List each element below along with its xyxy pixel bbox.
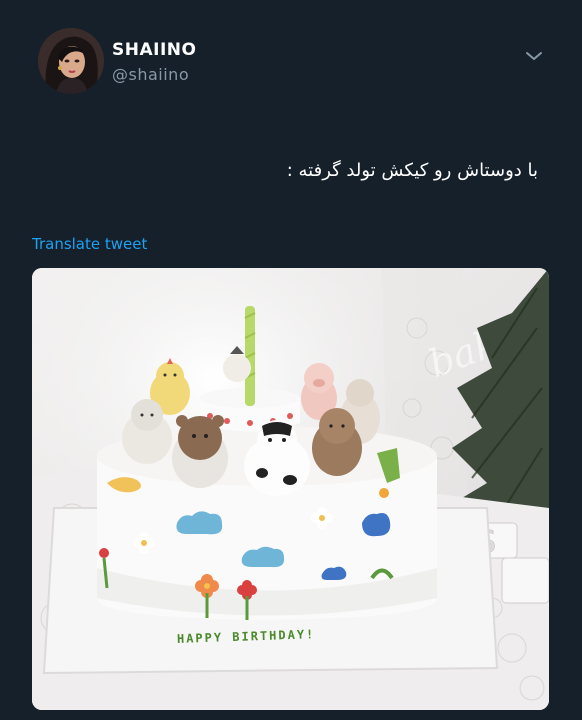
- chevron-down-icon[interactable]: [522, 44, 546, 68]
- cake-photo: bakery S: [32, 268, 549, 710]
- user-handle[interactable]: @shaiino: [112, 65, 189, 84]
- tweet-photo[interactable]: bakery S: [32, 268, 549, 710]
- display-name[interactable]: SHAIINO: [112, 40, 196, 60]
- avatar[interactable]: [38, 28, 104, 94]
- translate-tweet-link[interactable]: Translate tweet: [32, 235, 147, 253]
- tweet-card: SHAIINO @shaiino با دوستاش رو کیکش تولد …: [0, 0, 582, 720]
- avatar-illustration: [38, 28, 104, 94]
- tweet-text: با دوستاش رو کیکش تولد گرفته :: [286, 160, 538, 181]
